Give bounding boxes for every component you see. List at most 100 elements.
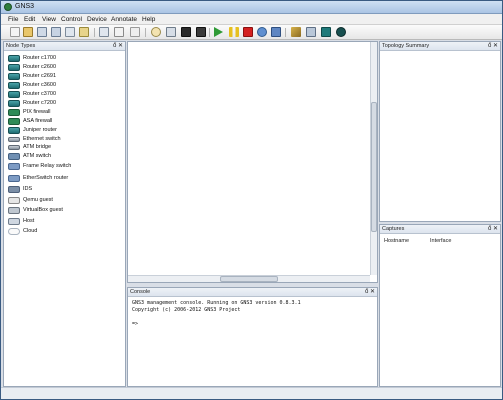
node-type-item[interactable]: ATM switch — [8, 152, 123, 161]
captures-col-hostname[interactable]: Hostname — [384, 238, 409, 244]
import-icon[interactable] — [65, 27, 75, 37]
panel-float-close-buttons[interactable]: ő ✕ — [488, 42, 498, 49]
captures-panel: Captures ő ✕ Hostname Interface — [379, 224, 501, 387]
open-project-icon[interactable] — [23, 27, 33, 37]
toolbar-separator — [94, 28, 95, 37]
start-icon[interactable] — [214, 27, 223, 37]
node-type-item[interactable]: Router c3700 — [8, 90, 123, 99]
terminal-icon[interactable] — [196, 27, 206, 37]
node-type-label: Host — [23, 218, 35, 224]
console-line: Copyright (c) 2006-2012 GNS3 Project — [132, 307, 241, 313]
menu-device[interactable]: Device — [87, 16, 107, 23]
export-icon[interactable] — [79, 27, 89, 37]
canvas-horizontal-scrollbar[interactable] — [128, 275, 370, 282]
console-all-icon[interactable] — [181, 27, 191, 37]
menu-help[interactable]: Help — [142, 16, 155, 23]
console-prompt[interactable]: => — [132, 321, 138, 327]
menu-bar: File Edit View Control Device Annotate H… — [1, 14, 502, 25]
panel-float-close-buttons[interactable]: ő ✕ — [113, 42, 123, 49]
captures-header: Captures ő ✕ — [380, 225, 500, 234]
node-type-item[interactable]: Router c3600 — [8, 81, 123, 90]
node-type-label: IDS — [23, 186, 33, 192]
ids-icon — [8, 186, 20, 193]
node-types-header: Node Types ő ✕ — [4, 42, 125, 51]
app-window: GNS3 File Edit View Control Device Annot… — [0, 0, 503, 400]
frame-relay-icon — [8, 163, 20, 170]
node-type-item[interactable]: VirtualBox guest — [8, 206, 123, 215]
add-note-icon[interactable] — [291, 27, 301, 37]
firewall-icon — [8, 118, 20, 125]
add-link-icon[interactable] — [130, 27, 140, 37]
router-icon — [8, 100, 20, 107]
topology-canvas[interactable] — [127, 41, 378, 283]
node-type-label: Router c2600 — [23, 64, 57, 70]
canvas-hscroll-thumb[interactable] — [220, 276, 278, 282]
node-type-item[interactable]: EtherSwitch router — [8, 174, 123, 183]
node-type-item[interactable]: PIX firewall — [8, 108, 123, 117]
router-icon — [8, 64, 20, 71]
menu-annotate[interactable]: Annotate — [111, 16, 137, 23]
gns3-logo-icon — [4, 3, 12, 11]
draw-rectangle-icon[interactable] — [321, 27, 331, 37]
reload-icon[interactable] — [257, 27, 267, 37]
new-project-icon[interactable] — [10, 27, 20, 37]
select-icon[interactable] — [114, 27, 124, 37]
node-type-item[interactable]: Cloud — [8, 227, 123, 236]
menu-view[interactable]: View — [42, 16, 56, 23]
status-bar — [1, 387, 502, 399]
draw-ellipse-icon[interactable] — [336, 27, 346, 37]
node-type-label: ASA firewall — [23, 118, 53, 124]
captures-col-interface[interactable]: Interface — [430, 238, 451, 244]
atm-switch-icon — [8, 153, 20, 160]
node-type-label: Router c3700 — [23, 91, 57, 97]
toolbar-separator — [145, 28, 146, 37]
node-type-label: Router c7200 — [23, 100, 57, 106]
console-icon[interactable] — [166, 27, 176, 37]
node-type-item[interactable]: Host — [8, 217, 123, 226]
router-icon — [8, 91, 20, 98]
canvas-vertical-scrollbar[interactable] — [370, 42, 377, 275]
switch-icon — [8, 137, 20, 142]
save-as-icon[interactable] — [51, 27, 61, 37]
title-bar: GNS3 — [1, 1, 502, 14]
node-type-item[interactable]: Router c7200 — [8, 99, 123, 108]
node-type-item[interactable]: Router c1700 — [8, 54, 123, 63]
node-type-item[interactable]: IDS — [8, 185, 123, 194]
router-icon — [8, 127, 20, 134]
stop-icon[interactable] — [243, 27, 253, 37]
save-project-icon[interactable] — [37, 27, 47, 37]
node-type-item[interactable]: ATM bridge — [8, 143, 123, 152]
router-icon — [8, 55, 20, 62]
suspend-icon[interactable] — [229, 27, 239, 37]
node-type-label: ATM bridge — [23, 144, 52, 150]
node-type-item[interactable]: ASA firewall — [8, 117, 123, 126]
node-type-item[interactable]: Juniper router — [8, 126, 123, 135]
console-title: Console — [130, 289, 151, 295]
fit-view-icon[interactable] — [99, 27, 109, 37]
console-line: GNS3 management console. Running on GNS3… — [132, 300, 301, 306]
node-types-title: Node Types — [6, 43, 36, 49]
node-type-item[interactable]: Router c2600 — [8, 63, 123, 72]
captures-title: Captures — [382, 226, 405, 232]
show-names-icon[interactable] — [151, 27, 161, 37]
menu-edit[interactable]: Edit — [24, 16, 35, 23]
node-type-item[interactable]: Router c2691 — [8, 72, 123, 81]
router-icon — [8, 73, 20, 80]
node-type-label: Cloud — [23, 228, 38, 234]
menu-file[interactable]: File — [8, 16, 18, 23]
node-type-label: Router c2691 — [23, 73, 57, 79]
canvas-vscroll-thumb[interactable] — [371, 102, 377, 232]
console-header: Console ő ✕ — [128, 288, 377, 297]
node-type-label: Juniper router — [23, 127, 57, 133]
virtualbox-icon[interactable] — [271, 27, 281, 37]
main-toolbar — [1, 25, 502, 40]
panel-float-close-buttons[interactable]: ő ✕ — [488, 225, 498, 232]
menu-control[interactable]: Control — [61, 16, 82, 23]
topology-summary-panel: Topology Summary ő ✕ — [379, 41, 501, 222]
node-type-label: ATM switch — [23, 153, 52, 159]
node-type-item[interactable]: Qemu guest — [8, 196, 123, 205]
node-type-item[interactable]: Frame Relay switch — [8, 162, 123, 171]
node-type-label: PIX firewall — [23, 109, 51, 115]
panel-float-close-buttons[interactable]: ő ✕ — [365, 288, 375, 295]
insert-picture-icon[interactable] — [306, 27, 316, 37]
